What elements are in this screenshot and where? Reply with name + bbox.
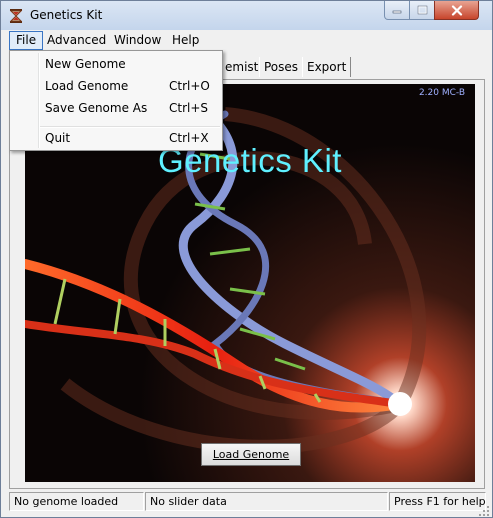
close-icon	[451, 4, 462, 16]
minimize-icon	[392, 10, 402, 14]
status-bar: No genome loaded No slider data Press F1…	[9, 492, 489, 516]
menu-item-label: New Genome	[45, 57, 126, 71]
menu-item-new-genome[interactable]: New Genome	[12, 53, 220, 75]
menu-file[interactable]: File	[9, 31, 44, 50]
status-slider: No slider data	[145, 492, 388, 511]
menu-item-label: Load Genome	[45, 79, 129, 93]
menu-item-save-genome-as[interactable]: Save Genome As Ctrl+S	[12, 97, 220, 119]
menu-item-quit[interactable]: Quit Ctrl+X	[12, 127, 220, 149]
resize-grip-icon[interactable]	[478, 505, 490, 517]
menu-item-label: Quit	[45, 131, 71, 145]
menu-window[interactable]: Window	[108, 31, 167, 50]
menu-item-load-genome[interactable]: Load Genome Ctrl+O	[12, 75, 220, 97]
close-button[interactable]	[434, 1, 479, 20]
menu-item-shortcut: Ctrl+S	[169, 101, 209, 115]
menu-bar: File Advanced Window Help	[9, 31, 484, 50]
version-label: 2.20 MC-B	[418, 88, 465, 98]
status-genome: No genome loaded	[9, 492, 144, 511]
status-help: Press F1 for help	[389, 492, 486, 511]
menu-help[interactable]: Help	[166, 31, 205, 50]
menu-item-label: Save Genome As	[45, 101, 148, 115]
maximize-icon	[417, 5, 427, 15]
title-bar[interactable]: Genetics Kit	[1, 1, 492, 30]
maximize-button[interactable]	[409, 1, 435, 20]
window-title: Genetics Kit	[30, 8, 103, 22]
menu-advanced[interactable]: Advanced	[41, 31, 112, 50]
tab-poses[interactable]: Poses	[259, 57, 304, 77]
menu-item-shortcut: Ctrl+O	[169, 79, 210, 93]
app-icon[interactable]	[8, 8, 24, 24]
menu-item-shortcut: Ctrl+X	[169, 131, 209, 145]
minimize-button[interactable]	[384, 1, 410, 20]
file-menu-dropdown: New Genome Load Genome Ctrl+O Save Genom…	[9, 50, 223, 151]
tab-export[interactable]: Export	[302, 57, 352, 77]
app-window: Genetics Kit File Advanced Window Help e…	[0, 0, 493, 518]
load-genome-button[interactable]: Load Genome	[201, 443, 301, 466]
